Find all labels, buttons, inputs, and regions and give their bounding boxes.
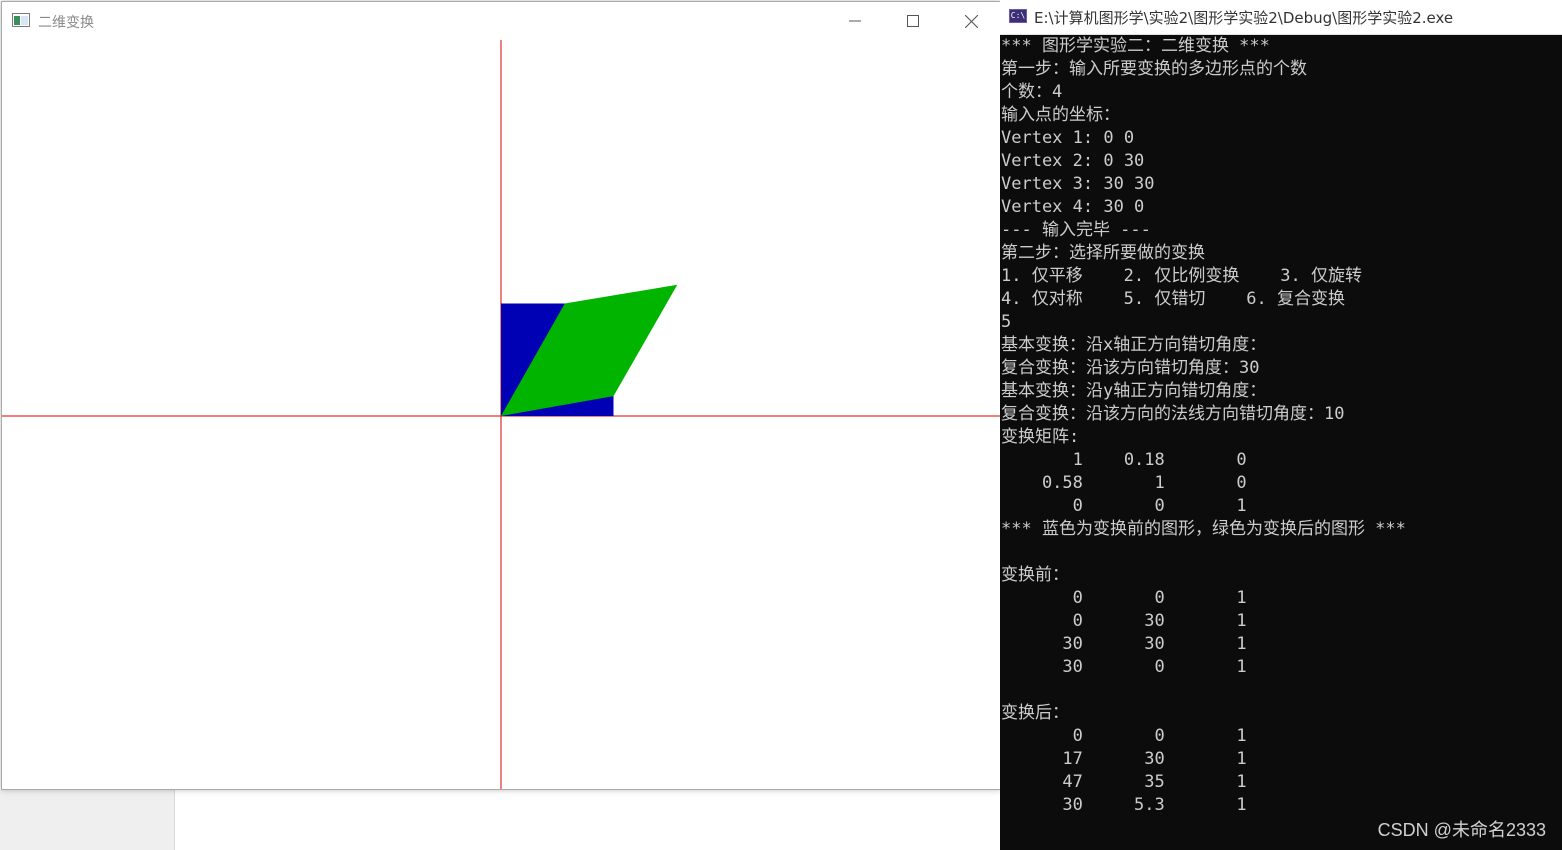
console-line: 30 30 1 bbox=[1001, 634, 1247, 654]
console-line: 变换前： bbox=[1001, 565, 1069, 585]
console-line: 变换矩阵: bbox=[1001, 427, 1080, 447]
maximize-button[interactable] bbox=[884, 2, 942, 40]
console-app-icon: C:\ bbox=[1009, 9, 1027, 23]
console-line: 0.58 1 0 bbox=[1001, 473, 1247, 493]
console-line: 输入点的坐标： bbox=[1001, 105, 1120, 125]
console-line: 0 0 1 bbox=[1001, 588, 1247, 608]
console-line: 0 0 1 bbox=[1001, 496, 1247, 516]
console-window-title: E:\计算机图形学\实验2\图形学实验2\Debug\图形学实验2.exe bbox=[1034, 9, 1454, 27]
background-left-panel bbox=[0, 790, 175, 850]
console-line: 复合变换：沿该方向的法线方向错切角度：10 bbox=[1001, 404, 1345, 424]
app-window-icon bbox=[12, 13, 30, 27]
console-output[interactable]: *** 图形学实验二：二维变换 *** 第一步：输入所要变换的多边形点的个数 个数：… bbox=[1001, 35, 1562, 850]
drawing-canvas bbox=[2, 40, 1000, 789]
console-window: C:\ E:\计算机图形学\实验2\图形学实验2\Debug\图形学实验2.ex… bbox=[1000, 0, 1562, 850]
graphics-window-titlebar[interactable]: 二维变换 bbox=[2, 2, 1000, 40]
close-button[interactable] bbox=[942, 2, 1000, 40]
minimize-button[interactable] bbox=[826, 2, 884, 40]
console-line: 4. 仅对称 5. 仅错切 6. 复合变换 bbox=[1001, 289, 1345, 309]
console-line: 0 0 1 bbox=[1001, 726, 1247, 746]
console-line: Vertex 1: 0 0 bbox=[1001, 128, 1135, 148]
console-line: Vertex 3: 30 30 bbox=[1001, 174, 1155, 194]
console-line: 30 5.3 1 bbox=[1001, 795, 1247, 815]
console-line: 0 30 1 bbox=[1001, 611, 1247, 631]
background-editor-area bbox=[175, 790, 1000, 850]
console-line: --- 输入完毕 --- bbox=[1001, 220, 1151, 240]
graphics-window-title: 二维变换 bbox=[38, 15, 94, 31]
console-line: 5 bbox=[1001, 312, 1012, 332]
console-line: 基本变换：沿x轴正方向错切角度： bbox=[1001, 335, 1267, 355]
console-line: 第二步：选择所要做的变换 bbox=[1001, 243, 1205, 263]
console-line: Vertex 2: 0 30 bbox=[1001, 151, 1145, 171]
console-line: 1 0.18 0 bbox=[1001, 450, 1247, 470]
console-line: 47 35 1 bbox=[1001, 772, 1247, 792]
close-icon bbox=[964, 14, 978, 28]
watermark-text: CSDN @未命名2333 bbox=[1377, 820, 1546, 840]
console-line: 17 30 1 bbox=[1001, 749, 1247, 769]
console-line: Vertex 4: 30 0 bbox=[1001, 197, 1145, 217]
graphics-window: 二维变换 bbox=[1, 1, 1001, 790]
console-line: 1. 仅平移 2. 仅比例变换 3. 仅旋转 bbox=[1001, 266, 1362, 286]
minimize-icon bbox=[849, 20, 861, 22]
console-line: 复合变换：沿该方向错切角度：30 bbox=[1001, 358, 1260, 378]
console-line: *** 图形学实验二：二维变换 *** bbox=[1001, 36, 1270, 56]
console-line: 30 0 1 bbox=[1001, 657, 1247, 677]
console-line: 个数：4 bbox=[1001, 82, 1063, 102]
console-line: 基本变换：沿y轴正方向错切角度： bbox=[1001, 381, 1267, 401]
maximize-icon bbox=[907, 15, 919, 27]
console-line: 第一步：输入所要变换的多边形点的个数 bbox=[1001, 59, 1307, 79]
console-titlebar[interactable]: C:\ E:\计算机图形学\实验2\图形学实验2\Debug\图形学实验2.ex… bbox=[1000, 0, 1562, 35]
console-line: *** 蓝色为变换前的图形，绿色为变换后的图形 *** bbox=[1001, 519, 1406, 539]
console-line: 变换后： bbox=[1001, 703, 1069, 723]
